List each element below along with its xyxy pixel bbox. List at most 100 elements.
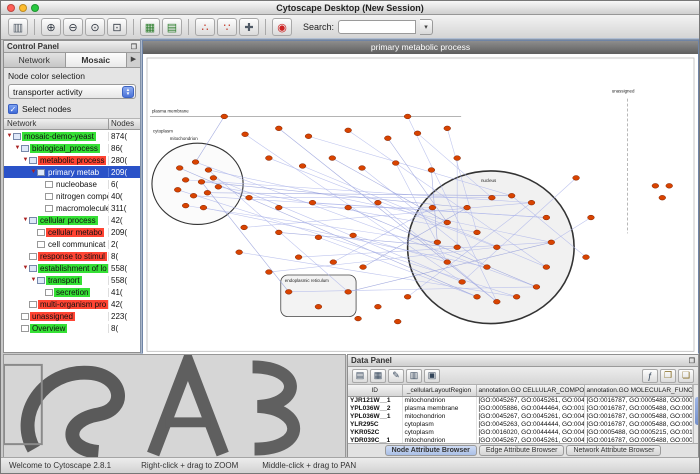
show-all-network-icon[interactable]: ▤ (162, 18, 182, 36)
tree-item[interactable]: cellular metabo209( (4, 226, 140, 238)
network-node[interactable] (305, 134, 312, 139)
search-input[interactable] (338, 20, 416, 34)
network-node[interactable] (176, 166, 183, 171)
network-node[interactable] (242, 132, 249, 137)
network-node[interactable] (350, 233, 357, 238)
tree-item[interactable]: multi-organism pro42( (4, 298, 140, 310)
expander-icon[interactable]: ▼ (30, 169, 37, 175)
compartment-nucleus[interactable] (408, 171, 574, 324)
table-cell[interactable]: mitochondrion (402, 396, 476, 405)
column-header[interactable]: annotation.GO CELLULAR_COMPONENT (476, 385, 584, 396)
attribute-batch-icon[interactable]: ▥ (406, 369, 422, 383)
table-cell[interactable]: [GO:0045267, GO:0045261, GO:0044444, G..… (476, 413, 584, 421)
table-row[interactable]: YKR052Ccytoplasm[GO:0016020, GO:0044444,… (348, 429, 692, 437)
network-node[interactable] (266, 270, 273, 275)
tree-item[interactable]: ▼cellular process42( (4, 214, 140, 226)
tree-item[interactable]: ▼primary metab209( (4, 166, 140, 178)
close-button[interactable] (7, 4, 15, 12)
network-canvas-area[interactable]: plasma membranecytoplasmmitochondrionnuc… (143, 54, 698, 355)
network-overview-icon[interactable]: ▦ (140, 18, 160, 36)
tree-item[interactable]: ▼metabolic process280( (4, 154, 140, 166)
help-icon[interactable]: ◉ (272, 18, 292, 36)
zoom-out-icon[interactable]: ⊖ (63, 18, 83, 36)
tree-item[interactable]: ▼mosaic-demo-yeast874( (4, 130, 140, 142)
network-node[interactable] (444, 220, 451, 225)
expander-icon[interactable]: ▼ (30, 277, 37, 283)
table-row[interactable]: YJR121W__1mitochondrion[GO:0045267, GO:0… (348, 396, 692, 405)
network-node[interactable] (652, 183, 659, 188)
tree-item[interactable]: Overview8( (4, 322, 140, 334)
table-cell[interactable]: mitochondrion (402, 413, 476, 421)
network-node[interactable] (533, 285, 540, 290)
tree-item[interactable]: response to stimul8( (4, 250, 140, 262)
tree-item[interactable]: secretion41( (4, 286, 140, 298)
table-cell[interactable]: [GO:0045267, GO:0045261, GO:0044444, G..… (476, 437, 584, 445)
network-node[interactable] (182, 177, 189, 182)
network-node[interactable] (204, 190, 211, 195)
float-panel-icon[interactable] (131, 43, 137, 51)
table-cell[interactable]: [GO:0016787, GO:0005488, GO:0005215, G..… (584, 437, 692, 445)
minimize-button[interactable] (19, 4, 27, 12)
export-attributes-icon[interactable]: ❏ (678, 369, 694, 383)
table-cell[interactable]: YPL036W__2 (348, 405, 402, 413)
network-node[interactable] (404, 114, 411, 119)
network-node[interactable] (434, 240, 441, 245)
network-node[interactable] (659, 195, 666, 200)
table-cell[interactable]: [GO:0016787, GO:0005488, GO:0005215, G..… (584, 413, 692, 421)
table-cell[interactable]: cytoplasm (402, 421, 476, 429)
network-node[interactable] (329, 156, 336, 161)
tree-item[interactable]: macromolecule311( (4, 202, 140, 214)
zoom-button[interactable] (31, 4, 39, 12)
network-node[interactable] (484, 265, 491, 270)
tab-network[interactable]: Network (4, 53, 66, 67)
show-panels-icon[interactable]: ▥ (8, 18, 28, 36)
network-node[interactable] (474, 294, 481, 299)
expander-icon[interactable]: ▼ (22, 265, 29, 271)
tree-item[interactable]: ▼transport558( (4, 274, 140, 286)
table-cell[interactable]: YDR039C__1 (348, 437, 402, 445)
network-node[interactable] (330, 260, 337, 265)
network-node[interactable] (428, 168, 435, 173)
network-node[interactable] (315, 235, 322, 240)
first-neighbors-icon[interactable]: ∵ (217, 18, 237, 36)
expander-icon[interactable]: ▼ (22, 217, 29, 223)
network-node[interactable] (200, 205, 207, 210)
network-node[interactable] (275, 205, 282, 210)
title-bar[interactable]: Cytoscape Desktop (New Session) (1, 1, 699, 15)
float-panel-icon[interactable] (689, 357, 695, 365)
table-cell[interactable]: YPL036W__1 (348, 413, 402, 421)
zoom-in-icon[interactable]: ⊕ (41, 18, 61, 36)
tree-item[interactable]: unassigned223( (4, 310, 140, 322)
expander-icon[interactable]: ▼ (14, 145, 21, 151)
network-node[interactable] (246, 195, 253, 200)
network-node[interactable] (345, 289, 352, 294)
network-node[interactable] (192, 160, 199, 165)
network-node[interactable] (588, 215, 595, 220)
network-node[interactable] (182, 203, 189, 208)
network-node[interactable] (174, 187, 181, 192)
network-node[interactable] (513, 294, 520, 299)
network-node[interactable] (543, 215, 550, 220)
table-cell[interactable]: YJR121W__1 (348, 396, 402, 405)
tab-edge-attribute-browser[interactable]: Edge Attribute Browser (479, 445, 565, 456)
network-node[interactable] (359, 166, 366, 171)
network-node[interactable] (548, 240, 555, 245)
network-node[interactable] (315, 304, 322, 309)
network-node[interactable] (444, 260, 451, 265)
network-node[interactable] (583, 255, 590, 260)
column-header[interactable]: ID (348, 385, 402, 396)
table-row[interactable]: YPL036W__2plasma membrane[GO:0005886, GO… (348, 405, 692, 413)
layout-icon[interactable]: ✚ (239, 18, 259, 36)
tab-mosaic[interactable]: Mosaic (66, 53, 128, 67)
network-node[interactable] (414, 131, 421, 136)
expander-icon[interactable]: ▼ (6, 133, 13, 139)
tree-item[interactable]: nitrogen compo40( (4, 190, 140, 202)
network-node[interactable] (295, 255, 302, 260)
tree-item[interactable]: cell communicat2( (4, 238, 140, 250)
network-node[interactable] (666, 183, 673, 188)
network-node[interactable] (241, 225, 248, 230)
table-cell[interactable]: [GO:0016787, GO:0005488, GO:0003824, G..… (584, 421, 692, 429)
network-node[interactable] (404, 294, 411, 299)
network-node[interactable] (355, 316, 362, 321)
search-dropdown-icon[interactable] (420, 19, 433, 35)
